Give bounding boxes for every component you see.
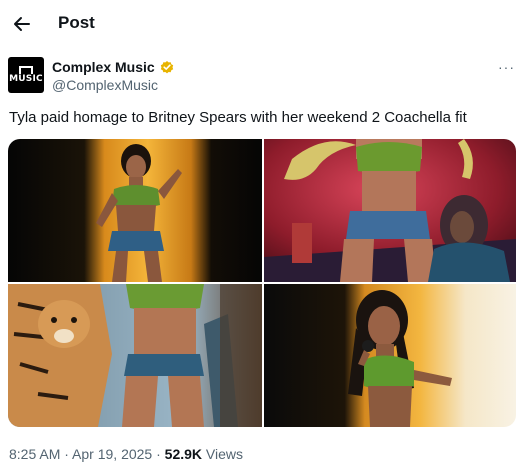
media-grid [8,139,516,427]
views-count: 52.9K [164,446,203,462]
author-name-row: Complex Music [52,59,175,75]
post-time[interactable]: 8:25 AM [9,446,60,462]
performer-image [8,284,262,427]
performer-image [264,139,516,282]
post-header: Post [0,0,530,46]
performer-image [264,284,516,427]
more-options-button[interactable]: ··· [498,59,515,75]
post-date[interactable]: Apr 19, 2025 [72,446,152,462]
avatar[interactable]: MUSIC [8,57,44,93]
post-meta: 8:25 AM · Apr 19, 2025 · 52.9K Views [9,446,243,462]
media-image-4[interactable] [264,284,516,427]
page-title: Post [58,13,95,32]
post-text: Tyla paid homage to Britney Spears with … [9,109,467,126]
avatar-label: MUSIC [9,74,43,84]
arrow-left-icon [14,17,30,31]
views-label: Views [202,446,244,462]
meta-separator: · [60,446,73,462]
meta-separator: · [152,446,165,462]
media-image-3[interactable] [8,284,262,427]
author-handle[interactable]: @ComplexMusic [52,77,158,93]
back-button[interactable] [8,10,36,38]
logo-mark [19,66,33,74]
verified-badge-icon [160,61,173,74]
media-image-2[interactable] [264,139,516,282]
author-name[interactable]: Complex Music [52,59,155,75]
media-image-1[interactable] [8,139,262,282]
performer-image [8,139,262,282]
